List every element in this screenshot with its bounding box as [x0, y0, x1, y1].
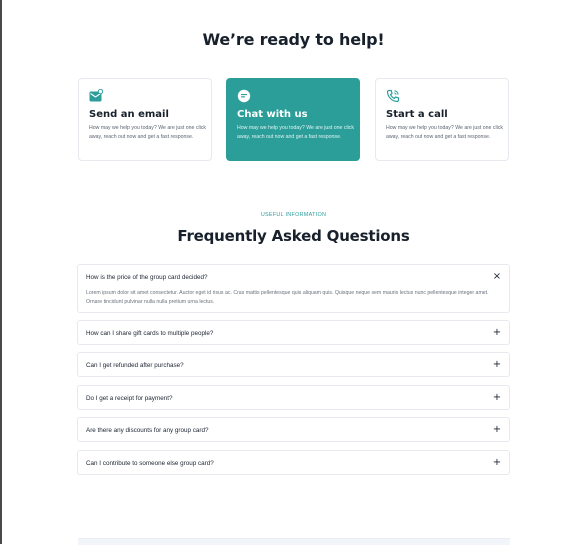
card-description: How may we help you today? We are just o… [89, 125, 206, 140]
close-icon[interactable]: × [491, 271, 503, 283]
faq-eyebrow: USEFUL INFORMATION [260, 212, 327, 218]
card-title: Chat with us [237, 109, 308, 120]
send-email-card[interactable]: Send an email How may we help you today?… [78, 78, 212, 161]
card-description: How may we help you today? We are just o… [237, 125, 354, 140]
chat-card[interactable]: Chat with us How may we help you today? … [226, 78, 360, 161]
plus-icon[interactable]: + [491, 327, 503, 339]
plus-icon[interactable]: + [491, 359, 503, 371]
faq-question[interactable]: Can I get refunded after purchase? [86, 362, 184, 369]
card-description: How may we help you today? We are just o… [386, 125, 503, 140]
phone-icon [386, 89, 400, 103]
faq-item[interactable]: Can I get refunded after purchase? + [77, 352, 510, 377]
plus-icon[interactable]: + [491, 457, 503, 469]
faq-item[interactable]: Do I get a receipt for payment? + [77, 385, 510, 410]
page-title: We’re ready to help! [202, 30, 385, 49]
window-left-border [0, 0, 2, 544]
faq-item[interactable]: Can I contribute to someone else group c… [77, 450, 510, 475]
faq-item[interactable]: Are there any discounts for any group ca… [77, 417, 510, 442]
faq-answer: Lorem ipsum dolor sit amet consectetur. … [86, 290, 489, 305]
faq-question[interactable]: How is the price of the group card decid… [86, 274, 207, 281]
plus-icon[interactable]: + [491, 424, 503, 436]
contact-options: Send an email How may we help you today?… [78, 78, 510, 162]
faq-question[interactable]: Are there any discounts for any group ca… [86, 427, 209, 434]
start-call-card[interactable]: Start a call How may we help you today? … [375, 78, 509, 161]
card-title: Start a call [386, 109, 448, 120]
plus-icon[interactable]: + [491, 392, 503, 404]
chat-icon [237, 89, 251, 103]
faq-item[interactable]: How is the price of the group card decid… [77, 264, 510, 313]
faq-title: Frequently Asked Questions [177, 227, 410, 245]
faq-question[interactable]: Can I contribute to someone else group c… [86, 460, 214, 467]
card-title: Send an email [89, 109, 169, 120]
faq-question[interactable]: Do I get a receipt for payment? [86, 395, 172, 402]
email-icon [89, 88, 104, 103]
faq-question[interactable]: How can I share gift cards to multiple p… [86, 330, 213, 337]
faq-item[interactable]: How can I share gift cards to multiple p… [77, 320, 510, 345]
